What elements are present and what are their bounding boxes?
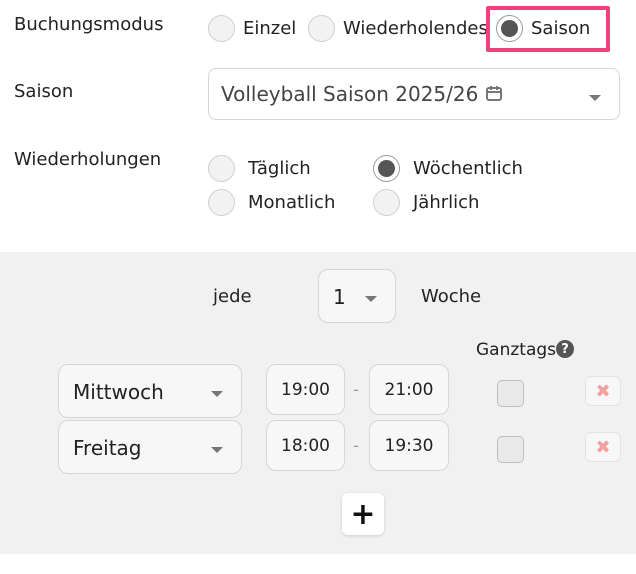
- booking-mode-option-wiederholendes[interactable]: Wiederholendes: [308, 15, 488, 42]
- radio-yearly[interactable]: [373, 189, 400, 216]
- remove-row-1-button[interactable]: ✖: [585, 376, 621, 406]
- all-day-checkbox-row-2[interactable]: [497, 436, 524, 463]
- chevron-down-icon: [365, 296, 377, 302]
- radio-saison[interactable]: [496, 15, 523, 42]
- interval-value: 1: [333, 285, 346, 309]
- interval-unit: Woche: [421, 286, 482, 307]
- radio-weekly[interactable]: [373, 155, 400, 182]
- booking-mode-label: Buchungsmodus: [14, 14, 164, 35]
- close-icon: ✖: [595, 380, 611, 402]
- booking-mode-option-einzel[interactable]: Einzel: [208, 15, 296, 42]
- start-time-value-row-2: 18:00: [281, 436, 330, 456]
- chevron-down-icon: [211, 447, 223, 453]
- repetition-option-daily[interactable]: Täglich: [208, 155, 311, 182]
- repetition-option-monthly[interactable]: Monatlich: [208, 189, 335, 216]
- all-day-checkbox-row-1[interactable]: [497, 380, 524, 407]
- chevron-down-icon: [589, 95, 601, 101]
- time-separator-row-1: -: [353, 380, 359, 399]
- end-time-row-2[interactable]: 19:30: [369, 420, 449, 471]
- calendar-icon: [485, 84, 503, 102]
- day-select-row-1[interactable]: Mittwoch: [58, 364, 242, 418]
- repetitions-label: Wiederholungen: [14, 149, 162, 170]
- radio-weekly-label: Wöchentlich: [413, 158, 523, 179]
- all-day-header: Ganztags: [476, 340, 557, 360]
- start-time-value-row-1: 19:00: [281, 380, 330, 400]
- add-row-button[interactable]: +: [342, 493, 384, 535]
- booking-mode-option-saison[interactable]: Saison: [496, 15, 590, 42]
- start-time-row-2[interactable]: 18:00: [266, 420, 345, 471]
- end-time-row-1[interactable]: 21:00: [369, 364, 449, 415]
- radio-monthly[interactable]: [208, 189, 235, 216]
- remove-row-2-button[interactable]: ✖: [585, 432, 621, 462]
- help-icon[interactable]: ?: [556, 340, 574, 358]
- end-time-value-row-2: 19:30: [384, 436, 434, 456]
- season-select[interactable]: Volleyball Saison 2025/26: [208, 68, 620, 120]
- close-icon: ✖: [595, 436, 611, 458]
- radio-monthly-label: Monatlich: [248, 192, 336, 213]
- radio-wiederholendes-label: Wiederholendes: [343, 18, 488, 39]
- help-icon-glyph: ?: [561, 341, 569, 357]
- season-select-value: Volleyball Saison 2025/26: [221, 82, 479, 106]
- chevron-down-icon: [211, 391, 223, 397]
- plus-icon: +: [350, 496, 376, 532]
- interval-select[interactable]: 1: [318, 269, 396, 323]
- time-separator-row-2: -: [353, 436, 359, 455]
- interval-prefix: jede: [213, 286, 252, 307]
- end-time-value-row-1: 21:00: [384, 380, 434, 400]
- repetition-option-yearly[interactable]: Jährlich: [373, 189, 479, 216]
- radio-yearly-label: Jährlich: [413, 192, 480, 213]
- day-select-row-2[interactable]: Freitag: [58, 420, 242, 474]
- repetition-option-weekly[interactable]: Wöchentlich: [373, 155, 523, 182]
- season-label: Saison: [14, 81, 74, 102]
- day-value-row-2: Freitag: [73, 436, 142, 460]
- radio-einzel-label: Einzel: [243, 18, 297, 39]
- radio-daily-label: Täglich: [248, 158, 311, 179]
- start-time-row-1[interactable]: 19:00: [266, 364, 345, 415]
- radio-daily[interactable]: [208, 155, 235, 182]
- radio-wiederholendes[interactable]: [308, 15, 335, 42]
- day-value-row-1: Mittwoch: [73, 380, 164, 404]
- radio-saison-label: Saison: [531, 18, 591, 39]
- radio-einzel[interactable]: [208, 15, 235, 42]
